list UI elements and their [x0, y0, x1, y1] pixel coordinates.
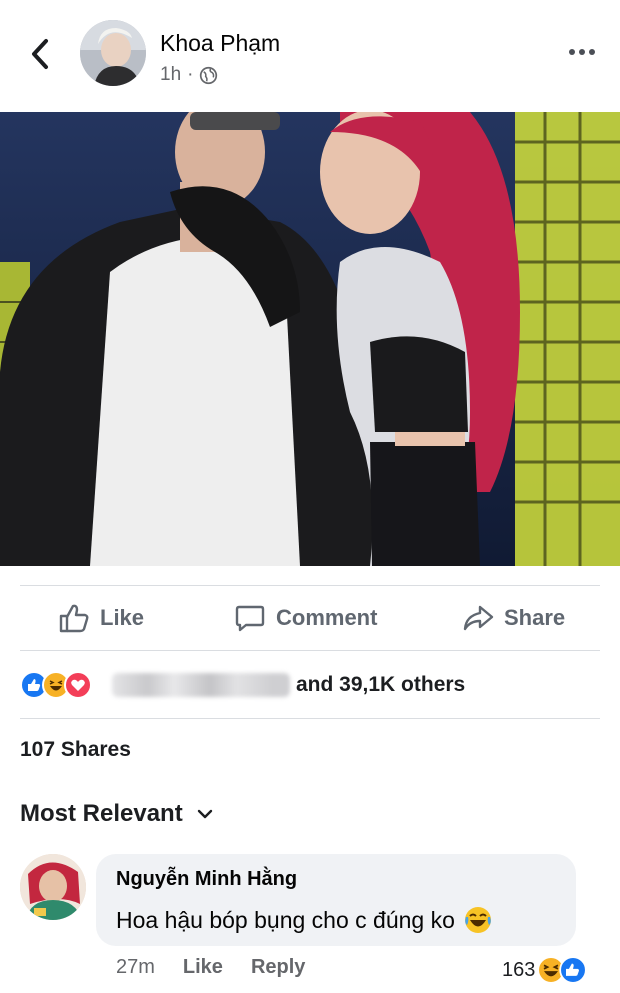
reactions-others-text[interactable]: and 39,1K others: [296, 673, 465, 697]
action-bar: Like Comment Share: [0, 586, 620, 650]
comment-sort-dropdown[interactable]: Most Relevant: [20, 800, 213, 828]
like-reaction-icon: [559, 956, 588, 984]
comment-text-row: Hoa hậu bóp bụng cho c đúng ko: [116, 905, 556, 935]
meta-separator: ·: [187, 64, 194, 85]
dot-icon: [589, 49, 595, 55]
commenter-avatar[interactable]: [20, 854, 86, 920]
post-time[interactable]: 1h: [160, 64, 181, 86]
comment-reactions[interactable]: 163: [502, 956, 588, 984]
sort-label: Most Relevant: [20, 800, 183, 827]
comment-reaction-count: 163: [502, 958, 536, 981]
divider: [20, 718, 600, 719]
post-header: Khoa Phạm 1h ·: [0, 0, 620, 112]
back-button[interactable]: [24, 34, 56, 74]
author-name[interactable]: Khoa Phạm: [160, 30, 280, 57]
chevron-down-icon: [197, 809, 212, 819]
comment-like-button[interactable]: Like: [183, 956, 223, 979]
globe-icon: [200, 66, 218, 84]
blurred-name: [112, 673, 290, 697]
chevron-left-icon: [32, 39, 48, 69]
share-button[interactable]: Share: [462, 586, 565, 650]
thumbs-up-icon: [59, 604, 89, 633]
laughing-emoji-icon: [464, 907, 491, 933]
commenter-name[interactable]: Nguyễn Minh Hằng: [116, 868, 556, 891]
comment-bubble-icon: [235, 605, 265, 632]
post-photo[interactable]: [0, 112, 620, 566]
love-reaction-icon: [64, 671, 92, 699]
share-label: Share: [504, 605, 566, 630]
dot-icon: [569, 49, 575, 55]
share-arrow-icon: [463, 605, 494, 631]
dot-icon: [579, 49, 585, 55]
like-label: Like: [100, 605, 145, 630]
reactions-summary[interactable]: and 39,1K others: [20, 667, 465, 703]
more-options-button[interactable]: [562, 40, 602, 64]
comment-button[interactable]: Comment: [234, 586, 377, 650]
comment-label: Comment: [276, 605, 378, 630]
author-avatar[interactable]: [80, 20, 146, 86]
comment-footer: 27m Like Reply: [116, 956, 305, 979]
post-meta: 1h ·: [160, 64, 218, 86]
shares-count[interactable]: 107 Shares: [20, 738, 131, 762]
stage-photo-illustration: [0, 112, 620, 566]
divider: [20, 650, 600, 651]
like-button[interactable]: Like: [58, 586, 144, 650]
comment-time[interactable]: 27m: [116, 956, 155, 979]
comment-bubble[interactable]: Nguyễn Minh Hằng Hoa hậu bóp bụng cho c …: [96, 854, 576, 946]
comment-text: Hoa hậu bóp bụng cho c đúng ko: [116, 906, 455, 933]
comment-reply-button[interactable]: Reply: [251, 956, 305, 979]
